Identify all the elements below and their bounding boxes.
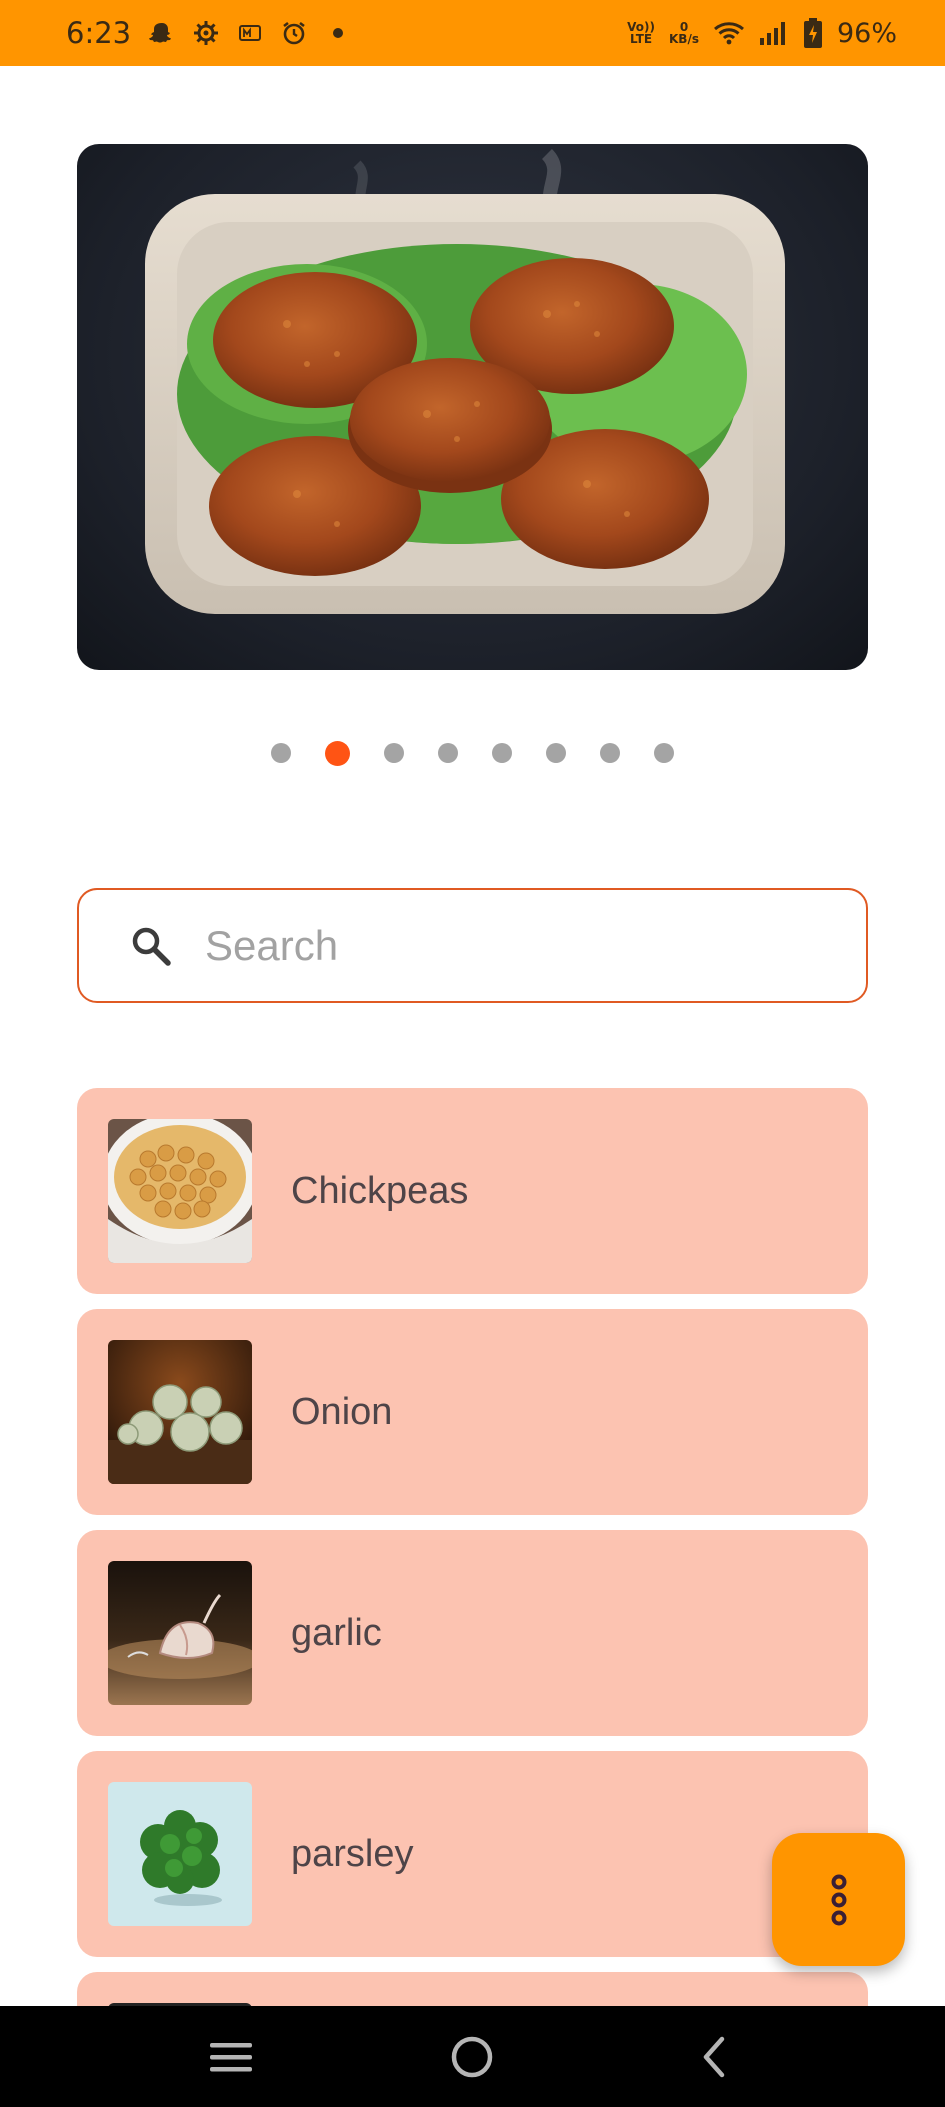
battery-charging-icon xyxy=(803,18,823,48)
wifi-icon xyxy=(713,20,745,46)
volte-icon: Vo)) LTE xyxy=(627,20,655,46)
carousel-dot[interactable] xyxy=(438,743,458,763)
battery-level: 96% xyxy=(836,17,897,49)
list-item[interactable]: garlic xyxy=(77,1530,868,1736)
garlic-thumbnail xyxy=(108,1561,252,1705)
parsley-thumbnail xyxy=(108,1782,252,1926)
list-item[interactable] xyxy=(77,1972,868,2006)
menu-icon[interactable] xyxy=(196,2022,266,2092)
list-item[interactable]: parsley xyxy=(77,1751,868,1957)
status-time: 6:23 xyxy=(66,16,132,50)
system-nav-bar xyxy=(0,2006,945,2107)
item-label: Chickpeas xyxy=(291,1169,469,1212)
search-bar[interactable] xyxy=(77,888,868,1003)
m-icon xyxy=(237,20,263,46)
signal-icon xyxy=(759,20,789,46)
search-icon xyxy=(129,924,173,968)
carousel-image[interactable] xyxy=(77,144,868,670)
item-label: Onion xyxy=(291,1390,393,1433)
onion-thumbnail xyxy=(108,1340,252,1484)
carousel-dot[interactable] xyxy=(546,743,566,763)
carousel-dot[interactable] xyxy=(654,743,674,763)
carousel-dot-active[interactable] xyxy=(325,740,350,766)
ingredient-list: Chickpeas Onion garlic parsley xyxy=(77,1088,868,2006)
more-vertical-icon xyxy=(827,1874,851,1926)
carousel-dot[interactable] xyxy=(384,743,404,763)
snapchat-icon xyxy=(149,20,175,46)
carousel-indicator xyxy=(0,740,945,766)
item-label: parsley xyxy=(291,1832,414,1875)
carousel-dot[interactable] xyxy=(492,743,512,763)
carousel-dot[interactable] xyxy=(600,743,620,763)
network-speed: 0 KB/s xyxy=(669,20,699,46)
status-bar: 6:23 Vo)) LTE 0 KB/s 96% xyxy=(0,0,945,66)
list-item[interactable]: Onion xyxy=(77,1309,868,1515)
list-item[interactable]: Chickpeas xyxy=(77,1088,868,1294)
dot-icon xyxy=(325,20,351,46)
home-icon[interactable] xyxy=(437,2022,507,2092)
carousel-dot[interactable] xyxy=(271,743,291,763)
gear-icon xyxy=(193,20,219,46)
falafel-image xyxy=(145,149,785,614)
item-label: garlic xyxy=(291,1611,382,1654)
alarm-icon xyxy=(281,20,307,46)
more-options-button[interactable] xyxy=(772,1833,905,1966)
back-icon[interactable] xyxy=(679,2022,749,2092)
search-input[interactable] xyxy=(205,921,765,970)
chickpeas-thumbnail xyxy=(108,1119,252,1263)
